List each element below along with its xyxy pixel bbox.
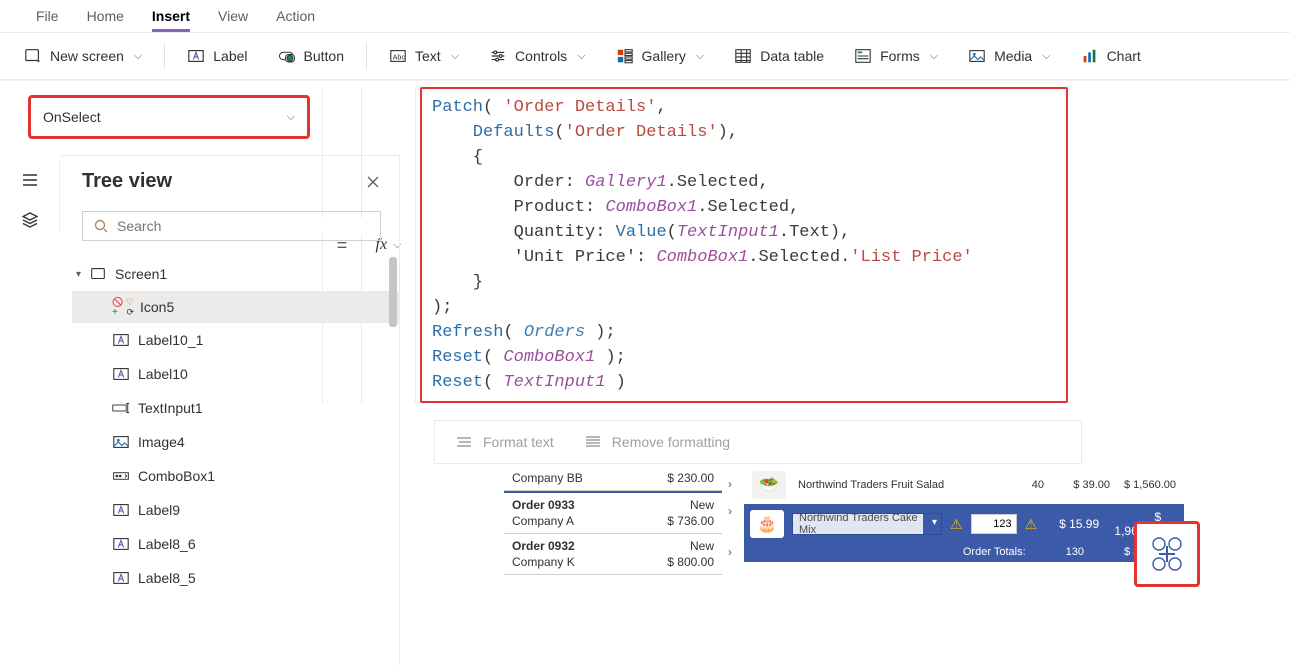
collapse-icon: ▾ [76,269,81,280]
chevron-right-icon: › [728,504,732,518]
chart-button[interactable]: Chart [1081,47,1141,65]
search-input[interactable] [82,211,381,241]
svg-text:Abc: Abc [393,53,406,62]
search-icon [93,218,109,234]
tree-node-image4[interactable]: Image4 [72,425,399,459]
orders-gallery[interactable]: Company BB $ 230.00› Order 0933Company A… [504,466,722,575]
left-rail [0,160,60,230]
tree-node-label10-1[interactable]: Label10_1 [72,323,399,357]
close-icon[interactable] [365,174,381,190]
tree-node-textinput1[interactable]: TextInput1 [72,391,399,425]
tree-node-label10[interactable]: Label10 [72,357,399,391]
tree-node-label9[interactable]: Label9 [72,493,399,527]
controls-icon [489,47,507,65]
textinput-icon [112,399,130,417]
label-icon [187,47,205,65]
menu-insert[interactable]: Insert [152,8,190,32]
label-icon [112,331,130,349]
property-select[interactable]: OnSelect ⌵ [28,95,310,139]
tree-node-label8-6[interactable]: Label8_6 [72,527,399,561]
format-bar: Format text Remove formatting [434,420,1082,464]
label-icon [112,365,130,383]
add-icon [1147,534,1187,574]
label-button[interactable]: Label [187,47,247,65]
new-screen-button[interactable]: New screen⌵ [24,47,142,65]
text-icon: Abc [389,47,407,65]
hamburger-icon[interactable] [20,170,40,190]
totals-row: Order Totals: 130 $ 3,810.00 [744,542,1184,562]
layers-icon[interactable] [20,210,40,230]
tree-node-combobox1[interactable]: ComboBox1 [72,459,399,493]
product-thumb: 🥗 [752,471,786,499]
forms-icon [854,47,872,65]
line-item: 🥗 Northwind Traders Fruit Salad 40 $ 39.… [744,466,1184,504]
label-icon [112,535,130,553]
gallery-button[interactable]: Gallery⌵ [616,47,705,65]
table-icon [734,47,752,65]
scrollbar[interactable] [389,257,397,327]
tree-node-icon5[interactable]: 🚫 ♡ + ⟳ Icon5 [72,291,399,323]
tree-panel: Tree view ▾ Screen1 🚫 ♡ + ⟳ Icon5 Label1… [60,155,400,665]
quantity-input[interactable] [971,514,1017,534]
menu-home[interactable]: Home [87,8,124,24]
warning-icon: ⚠ [950,516,963,533]
format-icon [455,435,473,449]
tree-body: ▾ Screen1 🚫 ♡ + ⟳ Icon5 Label10_1 Label1… [60,253,399,595]
image-icon [112,433,130,451]
new-line-row: 🎂 Northwind Traders Cake Mix▾ ⚠ ⚠ $ 15.9… [744,504,1184,542]
controls-button[interactable]: Controls⌵ [489,47,585,65]
label-icon [112,501,130,519]
label-icon [112,569,130,587]
tree-node-label8-5[interactable]: Label8_5 [72,561,399,595]
property-name: OnSelect [43,109,101,125]
product-combobox[interactable]: Northwind Traders Cake Mix▾ [792,513,942,535]
button-icon [278,47,296,65]
order-details-pane: 🥗 Northwind Traders Fruit Salad 40 $ 39.… [744,466,1184,562]
add-icon-control[interactable] [1134,521,1200,587]
button-button[interactable]: Button [278,47,344,65]
chevron-right-icon: › [728,545,732,559]
tree-node-screen1[interactable]: ▾ Screen1 [72,257,399,291]
chevron-down-icon: ▾ [932,517,937,528]
screen-icon [89,265,107,283]
order-item[interactable]: Company BB $ 230.00› [504,466,722,491]
tree-title: Tree view [82,170,172,193]
media-button[interactable]: Media⌵ [968,47,1050,65]
formula-editor[interactable]: Patch( 'Order Details', Defaults('Order … [420,87,1068,403]
product-thumb: 🎂 [750,510,784,538]
chevron-right-icon: › [728,477,732,491]
combobox-icon [112,467,130,485]
ribbon: New screen⌵ Label Button Abc Text⌵ Contr… [0,33,1290,80]
warning-icon: ⚠ [1025,516,1038,533]
menu-view[interactable]: View [218,8,248,24]
media-icon [968,47,986,65]
screen-icon [24,47,42,65]
data-table-button[interactable]: Data table [734,47,824,65]
menu-bar: File Home Insert View Action [0,0,1290,33]
format-text-button[interactable]: Format text [455,434,554,450]
text-button[interactable]: Abc Text⌵ [389,47,459,65]
forms-button[interactable]: Forms⌵ [854,47,938,65]
order-item[interactable]: Order 0933Company A New$ 736.00› [504,491,722,534]
icon-control-icon: 🚫 ♡ + ⟳ [112,299,132,315]
canvas-preview: Company BB $ 230.00› Order 0933Company A… [504,466,1194,575]
gallery-icon [616,47,634,65]
chart-icon [1081,47,1099,65]
unit-price-label: $ 15.99 [1045,517,1099,531]
order-item[interactable]: Order 0932Company K New$ 800.00› [504,534,722,575]
remove-format-icon [584,435,602,449]
menu-file[interactable]: File [36,8,59,24]
menu-action[interactable]: Action [276,8,315,24]
remove-formatting-button[interactable]: Remove formatting [584,434,730,450]
chevron-down-icon: ⌵ [287,111,295,124]
